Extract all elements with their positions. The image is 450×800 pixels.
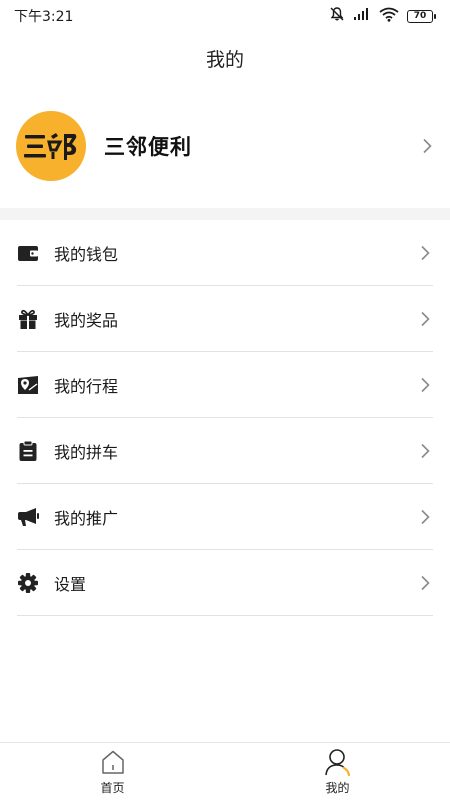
avatar: 三邻 (16, 111, 86, 181)
status-icons: 70 (329, 6, 436, 26)
menu-item-trips[interactable]: 我的行程 (0, 352, 450, 418)
menu-item-prizes[interactable]: 我的奖品 (0, 286, 450, 352)
page-title: 我的 (205, 48, 244, 71)
menu-item-label: 我的奖品 (54, 311, 119, 330)
home-icon (99, 748, 127, 776)
wifi-icon (379, 7, 399, 26)
tab-label: 首页 (100, 780, 125, 795)
menu-item-label: 我的推广 (54, 509, 119, 528)
user-icon (324, 748, 352, 776)
chevron-right-icon (420, 136, 434, 156)
chevron-right-icon (418, 573, 432, 593)
signal-icon (353, 7, 371, 25)
clipboard-icon (17, 440, 39, 462)
battery-level: 70 (407, 9, 433, 23)
profile-name: 三邻便利 (104, 135, 192, 159)
tab-label: 我的 (325, 780, 350, 795)
section-divider (0, 208, 450, 220)
menu-item-wallet[interactable]: 我的钱包 (0, 220, 450, 286)
menu-item-carpool[interactable]: 我的拼车 (0, 418, 450, 484)
menu-item-label: 我的钱包 (54, 245, 119, 264)
mute-icon (329, 6, 345, 26)
gift-icon (17, 308, 39, 330)
menu-list: 我的钱包 我的奖品 我的行程 我的拼车 我的推广 设置 (0, 220, 450, 616)
chevron-right-icon (418, 375, 432, 395)
status-time: 下午3:21 (14, 9, 74, 25)
chevron-right-icon (418, 441, 432, 461)
tab-home[interactable]: 首页 (0, 743, 225, 800)
status-bar: 下午3:21 70 (0, 0, 450, 32)
map-pin-icon (17, 374, 39, 396)
menu-item-label: 我的拼车 (54, 443, 119, 462)
menu-item-label: 我的行程 (54, 377, 119, 396)
tab-mine[interactable]: 我的 (225, 743, 450, 800)
menu-item-label: 设置 (54, 575, 87, 594)
wallet-icon (17, 242, 39, 264)
chevron-right-icon (418, 507, 432, 527)
menu-item-promotion[interactable]: 我的推广 (0, 484, 450, 550)
menu-item-settings[interactable]: 设置 (0, 550, 450, 616)
svg-text:三邻: 三邻 (22, 129, 24, 130)
logo-mark: 三邻 (22, 129, 77, 160)
gear-icon (17, 572, 39, 594)
megaphone-icon (17, 506, 39, 528)
bottom-tab-bar: 首页 我的 (0, 742, 450, 800)
profile-row[interactable]: 三邻 三邻便利 (0, 108, 450, 184)
chevron-right-icon (418, 309, 432, 329)
chevron-right-icon (418, 243, 432, 263)
battery-icon: 70 (407, 9, 436, 23)
